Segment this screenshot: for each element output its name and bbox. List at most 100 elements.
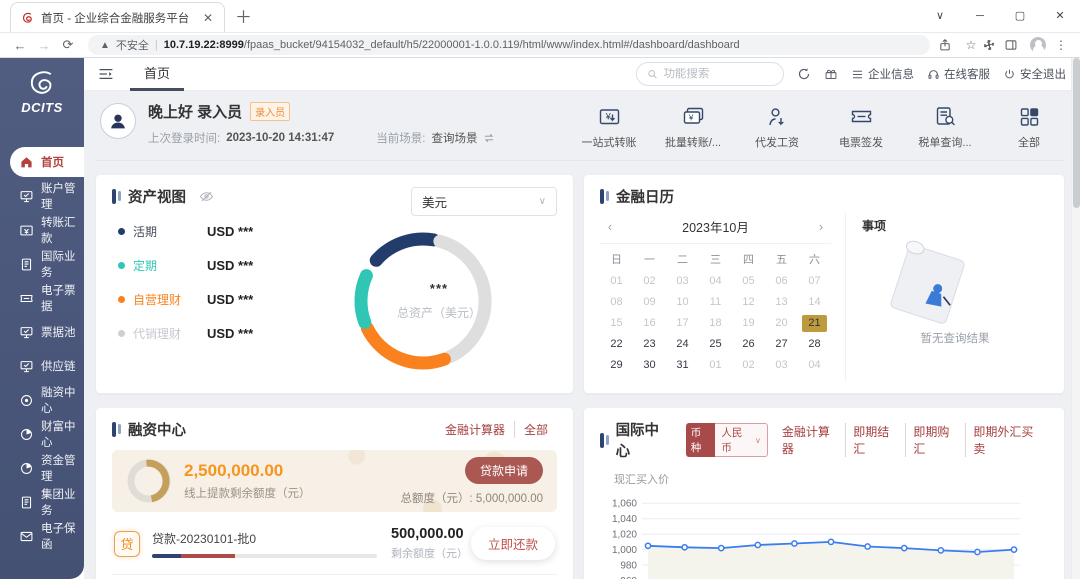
sidebar-item-10[interactable]: 集团业务 [10, 487, 84, 517]
menu-safe-logout[interactable]: 安全退出 [1003, 66, 1066, 82]
calendar-next-icon[interactable]: › [813, 220, 829, 234]
calendar-date[interactable]: 21 [802, 315, 827, 332]
total-asset-masked: *** [430, 281, 448, 296]
menu-online-service[interactable]: 在线客服 [927, 66, 990, 82]
international-link-3[interactable]: 即期外汇买卖 [965, 423, 1048, 457]
repay-now-button[interactable]: 立即还款 [471, 527, 555, 560]
quick-action-3[interactable]: 电票签发 [832, 105, 890, 150]
calendar-date[interactable]: 22 [600, 336, 633, 353]
currency-dropdown[interactable]: 美元 ∨ [411, 187, 557, 216]
sidebar-item-5[interactable]: 票据池 [10, 317, 84, 347]
collapse-menu-icon[interactable] [98, 67, 114, 81]
browser-menu-icon[interactable]: ⋮ [1050, 38, 1072, 52]
extensions-puzzle-icon[interactable] [982, 38, 1004, 52]
quick-action-2[interactable]: 代发工资 [748, 105, 806, 150]
forward-icon[interactable]: → [32, 38, 56, 53]
sidebar-item-8[interactable]: 财富中心 [10, 419, 84, 449]
refresh-icon[interactable] [797, 67, 811, 81]
quick-action-0[interactable]: ¥一站式转账 [580, 105, 638, 150]
calendar-prev-icon[interactable]: ‹ [602, 220, 618, 234]
calendar-date[interactable]: 14 [798, 294, 831, 311]
financing-link-1[interactable]: 全部 [514, 421, 557, 438]
scrollbar-thumb[interactable] [1073, 58, 1080, 208]
calendar-date[interactable]: 12 [732, 294, 765, 311]
sidebar-item-1[interactable]: 账户管理 [10, 181, 84, 211]
international-link-1[interactable]: 即期结汇 [845, 423, 905, 457]
tab-close-icon[interactable]: ✕ [200, 11, 216, 25]
function-search[interactable] [636, 62, 784, 86]
calendar-date[interactable]: 28 [798, 336, 831, 353]
user-avatar[interactable] [100, 103, 136, 139]
calendar-date[interactable]: 03 [666, 273, 699, 290]
window-menu-icon[interactable]: ∨ [920, 1, 960, 31]
sidebar-item-7[interactable]: 融资中心 [10, 385, 84, 415]
calendar-date[interactable]: 05 [732, 273, 765, 290]
search-input[interactable] [663, 68, 773, 80]
quick-action-5[interactable]: 全部 [1000, 105, 1058, 150]
international-link-0[interactable]: 金融计算器 [775, 423, 845, 457]
profile-avatar[interactable] [1030, 37, 1046, 53]
address-field[interactable]: ▲ 不安全 | 10.7.19.22:8999/fpaas_bucket/941… [88, 35, 930, 55]
tab-home[interactable]: 首页 [130, 58, 184, 91]
calendar-date[interactable]: 11 [699, 294, 732, 311]
calendar-date[interactable]: 09 [633, 294, 666, 311]
sidebar-item-11[interactable]: 电子保函 [10, 521, 84, 551]
window-maximize-icon[interactable]: ▢ [1000, 1, 1040, 31]
calendar-date[interactable]: 02 [633, 273, 666, 290]
quick-action-4[interactable]: 税单查询... [916, 105, 974, 150]
calendar-date[interactable]: 10 [666, 294, 699, 311]
sidebar-item-0[interactable]: 首页 [10, 147, 84, 177]
new-tab-button[interactable]: ＋ [235, 3, 252, 28]
quick-action-1[interactable]: ¥批量转账/... [664, 105, 722, 150]
calendar-date[interactable]: 04 [798, 357, 831, 374]
window-close-icon[interactable]: ✕ [1040, 1, 1080, 31]
calendar-date[interactable]: 04 [699, 273, 732, 290]
svg-text:1,060: 1,060 [612, 499, 637, 510]
window-minimize-icon[interactable]: ─ [960, 1, 1000, 31]
eye-off-icon[interactable] [199, 190, 214, 203]
side-panel-icon[interactable] [1004, 38, 1026, 52]
calendar-date[interactable]: 01 [699, 357, 732, 374]
back-icon[interactable]: ← [8, 38, 32, 53]
calendar-date[interactable]: 25 [699, 336, 732, 353]
calendar-date[interactable]: 16 [633, 315, 666, 332]
calendar-date[interactable]: 29 [600, 357, 633, 374]
loan-apply-button[interactable]: 贷款申请 [465, 457, 543, 484]
calendar-date[interactable]: 23 [633, 336, 666, 353]
bookmark-star-icon[interactable]: ☆ [960, 38, 982, 52]
calendar-date[interactable]: 01 [600, 273, 633, 290]
calendar-date[interactable]: 07 [798, 273, 831, 290]
not-secure-label: 不安全 [116, 37, 149, 53]
calendar-date[interactable]: 31 [666, 357, 699, 374]
calendar-date[interactable]: 24 [666, 336, 699, 353]
calendar-date[interactable]: 02 [732, 357, 765, 374]
calendar-date[interactable]: 20 [765, 315, 798, 332]
calendar-date[interactable]: 06 [765, 273, 798, 290]
calendar-date[interactable]: 15 [600, 315, 633, 332]
sidebar-item-2[interactable]: 转账汇款 [10, 215, 84, 245]
sidebar-item-9[interactable]: 资金管理 [10, 453, 84, 483]
page-scrollbar[interactable] [1071, 58, 1080, 579]
calendar-date[interactable]: 17 [666, 315, 699, 332]
financing-link-0[interactable]: 金融计算器 [436, 421, 514, 438]
switch-scene-icon[interactable] [483, 133, 495, 143]
sidebar-item-3[interactable]: 国际业务 [10, 249, 84, 279]
share-icon[interactable] [938, 38, 960, 52]
sidebar-item-4[interactable]: 电子票据 [10, 283, 84, 313]
panel-title-icon [112, 422, 121, 437]
calendar-date[interactable]: 30 [633, 357, 666, 374]
calendar-date[interactable]: 03 [765, 357, 798, 374]
international-link-2[interactable]: 即期购汇 [905, 423, 965, 457]
calendar-date[interactable]: 08 [600, 294, 633, 311]
currency-kind-dropdown[interactable]: 人民币 ∨ [715, 423, 768, 457]
browser-tab[interactable]: 首页 - 企业综合金融服务平台 ✕ [10, 2, 225, 32]
calendar-date[interactable]: 19 [732, 315, 765, 332]
reload-icon[interactable]: ⟳ [56, 37, 80, 53]
calendar-date[interactable]: 13 [765, 294, 798, 311]
calendar-date[interactable]: 26 [732, 336, 765, 353]
gift-icon[interactable] [824, 67, 838, 81]
menu-company-info[interactable]: 企业信息 [851, 66, 914, 82]
calendar-date[interactable]: 18 [699, 315, 732, 332]
calendar-date[interactable]: 27 [765, 336, 798, 353]
sidebar-item-6[interactable]: 供应链 [10, 351, 84, 381]
